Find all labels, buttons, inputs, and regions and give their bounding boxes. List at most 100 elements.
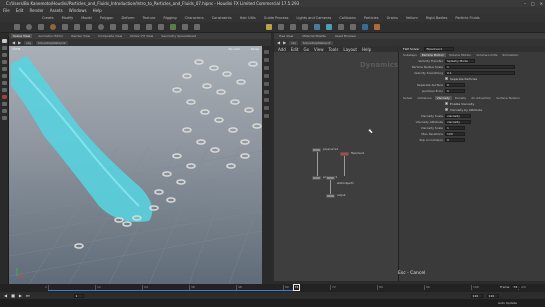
node-flipsolver[interactable] (340, 152, 349, 156)
param-node-name[interactable]: flipsolver1 (424, 47, 455, 51)
scale-tool-icon[interactable] (2, 60, 7, 64)
path-network[interactable]: SolverDopNetwork (300, 40, 333, 45)
shelf-tab[interactable]: Grains (385, 16, 400, 20)
tab-air-advection[interactable]: Air Advection (469, 96, 493, 100)
shadow-icon[interactable] (264, 82, 269, 86)
skip-end-icon[interactable]: ⏭ (26, 293, 30, 298)
spotlight-tool-icon[interactable] (266, 24, 272, 30)
param-field[interactable]: 100 (445, 131, 465, 136)
move-tool-icon[interactable] (2, 46, 7, 50)
curve-tool-icon[interactable] (110, 24, 116, 30)
snap-tool-icon[interactable] (2, 88, 7, 92)
net-menu-layout[interactable]: Layout (343, 47, 357, 52)
shelf-tab[interactable]: Polygon (98, 16, 116, 20)
null-tool-icon[interactable] (74, 24, 80, 30)
tab-scene-view[interactable]: Scene View (11, 34, 33, 38)
tab-render-view[interactable]: Render View (69, 34, 92, 38)
forward-arrow-icon[interactable]: ▶ (18, 40, 21, 45)
snapshot-icon[interactable] (2, 116, 7, 120)
shelf-tab[interactable]: Hair Utils (238, 16, 258, 20)
tab-material-palette[interactable]: Material Palette (300, 34, 328, 38)
lsystem-tool-icon[interactable] (170, 24, 176, 30)
rbd-tool-icon[interactable] (338, 24, 344, 30)
path-tool-icon[interactable] (122, 24, 128, 30)
frame-field[interactable]: 74 (511, 285, 522, 289)
grid-tool-icon[interactable] (62, 24, 68, 30)
tab-particle-motion[interactable]: Particle Motion (419, 53, 446, 57)
shelf-tab[interactable]: Model (79, 16, 94, 20)
ghost-icon[interactable] (2, 109, 7, 113)
net-menu-tools[interactable]: Tools (329, 47, 339, 52)
path-network[interactable]: SolverDopNetwork (35, 40, 68, 45)
ocean-tool-icon[interactable] (362, 24, 368, 30)
platonic-tool-icon[interactable] (158, 24, 164, 30)
normal-display-icon[interactable] (264, 98, 269, 102)
node-popsolver[interactable] (312, 176, 321, 180)
close-icon[interactable]: ✕ (540, 1, 543, 6)
network-editor[interactable]: Dynamics popsource1 popsolver1 flipsolve… (274, 52, 398, 281)
shelf-tab[interactable]: Rigid Bodies (424, 16, 450, 20)
menu-render[interactable]: Render (29, 8, 43, 13)
start-frame-field[interactable]: 1 (73, 293, 84, 298)
path-obj[interactable]: obj (289, 40, 298, 45)
pyro-tool-icon[interactable] (374, 24, 380, 30)
play-reverse-icon[interactable]: ◀ (4, 293, 7, 298)
shelf-tab[interactable]: Constraints (210, 16, 234, 20)
tube-tool-icon[interactable] (38, 24, 44, 30)
shelf-tab[interactable]: Guide Process (262, 16, 291, 20)
flip-fluid-tool-icon[interactable] (326, 24, 332, 30)
handle-tool-icon[interactable] (2, 67, 7, 71)
shaded-icon[interactable] (264, 66, 269, 70)
shelf-tab[interactable]: Texture (141, 16, 158, 20)
path-obj[interactable]: obj (24, 40, 33, 45)
end-frame-field[interactable]: 120 (470, 293, 483, 298)
auto-update-menu[interactable]: Auto Update (498, 301, 517, 305)
rotate-tool-icon[interactable] (2, 53, 7, 57)
play-icon[interactable]: ▶ (19, 293, 22, 298)
display-option-icon[interactable] (264, 50, 269, 54)
tab-animation-editor[interactable]: Animation Editor (36, 34, 65, 38)
shelf-tab[interactable]: Characters (183, 16, 206, 20)
param-field[interactable]: 1 (445, 125, 465, 130)
metaball-tool-icon[interactable] (182, 24, 188, 30)
net-menu-go[interactable]: Go (304, 47, 310, 52)
tab-solver[interactable]: Solver (401, 96, 414, 100)
net-menu-edit[interactable]: Edit (291, 47, 299, 52)
timeline[interactable]: 1 12 24 36 48 60 72 84 96 108 120 74 (0, 284, 545, 292)
spray-paint-tool-icon[interactable] (134, 24, 140, 30)
geometry-light-tool-icon[interactable] (290, 24, 296, 30)
shelf-tab[interactable]: Deform (120, 16, 137, 20)
sphere-tool-icon[interactable] (26, 24, 32, 30)
param-field[interactable]: 0.1 (445, 70, 515, 75)
font-tool-icon[interactable] (146, 24, 152, 30)
menu-file[interactable]: File (3, 8, 10, 13)
param-field[interactable]: viscosity (445, 113, 471, 118)
param-menu[interactable]: Splashy Mode (445, 58, 475, 63)
shelf-tab[interactable]: Vellum (404, 16, 420, 20)
tab-geometry-spreadsheet[interactable]: Geometry Spreadsheet (159, 34, 198, 38)
line-tool-icon[interactable] (86, 24, 92, 30)
param-field[interactable]: 1 (445, 64, 515, 69)
shelf-tab[interactable]: Create (40, 16, 56, 20)
param-field[interactable]: 0 (445, 88, 465, 93)
tab-asset-browser[interactable]: Asset Browser (333, 34, 358, 38)
menu-help[interactable]: Help (93, 8, 102, 13)
particle-tool-icon[interactable] (314, 24, 320, 30)
grid-toggle-icon[interactable] (264, 106, 269, 110)
stop-icon[interactable]: ■ (11, 293, 15, 298)
tab-surface-tension[interactable]: Surface Tension (494, 96, 522, 100)
checkbox[interactable] (445, 77, 448, 80)
menu-assets[interactable]: Assets (50, 8, 63, 13)
forward-arrow-icon[interactable]: ▶ (283, 40, 286, 45)
menu-windows[interactable]: Windows (69, 8, 87, 13)
shelf-tab[interactable]: Particle Fluids (453, 16, 481, 20)
lighting-icon[interactable] (264, 74, 269, 78)
select-tool-icon[interactable] (2, 39, 7, 43)
shelf-tab[interactable]: Particles (362, 16, 381, 20)
net-menu-add[interactable]: Add (278, 47, 286, 52)
param-field[interactable]: 0 (445, 82, 465, 87)
tab-substeps[interactable]: Substeps (401, 53, 419, 57)
checkbox[interactable] (445, 102, 448, 105)
wireframe-icon[interactable] (264, 58, 269, 62)
checkbox[interactable] (445, 108, 448, 111)
